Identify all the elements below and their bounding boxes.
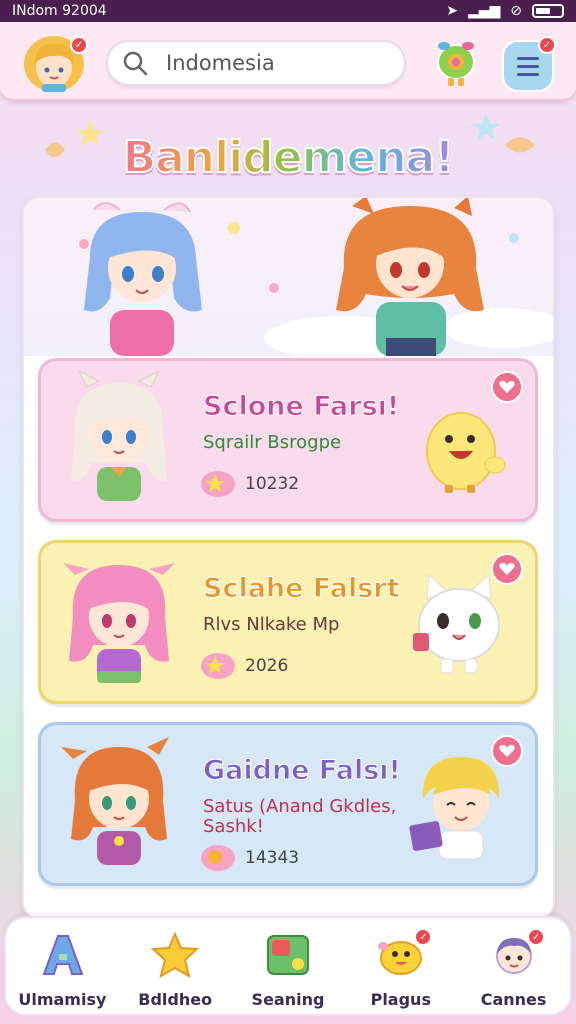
heart-icon: [499, 563, 515, 575]
battery-icon: [532, 4, 564, 18]
character-card[interactable]: Sclahe Falsrt Rlvs Nlkake Mp 2026: [38, 540, 538, 704]
puzzle-icon: [266, 935, 309, 975]
nav-label: Plagus: [370, 990, 431, 1009]
favorite-heart-button[interactable]: [491, 371, 523, 403]
carrier-text: INdom 92004: [12, 3, 107, 19]
character-card[interactable]: Sclone Farsı! Sqrailr Bsrogpe 10232: [38, 358, 538, 522]
mascot-character-icon[interactable]: [432, 36, 480, 88]
character-card[interactable]: Gaidne Falsı! Satus (Anand Gkdles, Sashk…: [38, 722, 538, 886]
yellow-chick-pet-image: [426, 412, 506, 493]
nav-item-plagus[interactable]: ✓ Plagus: [344, 918, 457, 1014]
nav-label: Cannes: [480, 990, 547, 1009]
card-count: 10232: [245, 474, 300, 494]
top-bar: ✓ ✓: [0, 22, 576, 102]
white-cat-pet-image: [413, 573, 500, 674]
notification-badge: ✓: [527, 928, 546, 946]
card-stats: 10232: [199, 469, 299, 499]
location-icon: ➤: [446, 3, 458, 19]
card-title: Sclahe Falsrt: [203, 573, 400, 605]
search-input[interactable]: [166, 51, 386, 75]
card-title: Sclone Farsı!: [202, 391, 400, 423]
card-subtitle: Rlvs Nlkake Mp: [203, 614, 340, 635]
nav-item-seaning[interactable]: Seaning: [232, 918, 345, 1014]
menu-line: [517, 72, 539, 76]
card-stats: 14343: [199, 843, 299, 873]
menu-line: [517, 56, 539, 60]
heart-icon: [499, 381, 515, 393]
heart-icon: [499, 745, 515, 757]
card-subtitle: Sqrailr Bsrogpe: [203, 432, 342, 453]
search-bar[interactable]: [106, 40, 406, 86]
search-icon: [123, 51, 148, 76]
card-title: Gaidne Falsı!: [203, 755, 402, 787]
card-stats: 2026: [199, 651, 288, 681]
star-icon: [151, 932, 200, 978]
profile-avatar[interactable]: ✓: [24, 36, 88, 92]
banner-title: Banlidemena!: [100, 131, 476, 184]
candy-star-icon: [201, 653, 235, 679]
nav-item-bdldheo[interactable]: Bdldheo: [119, 918, 232, 1014]
letter-a-icon: [42, 935, 84, 975]
favorite-heart-button[interactable]: [491, 553, 523, 585]
hero-characters-image: [79, 198, 553, 356]
nav-label: Bdldheo: [138, 990, 213, 1009]
wifi-off-icon: ⊘: [510, 3, 522, 19]
orange-haired-girl-image: [61, 737, 169, 865]
nav-item-cannes[interactable]: ✓ Cannes: [457, 918, 570, 1014]
notification-badge: ✓: [70, 36, 88, 54]
status-bar: INdom 92004 ➤ ▂▄▆ ⊘: [0, 0, 576, 22]
bottom-navigation: Ulmamisy Bdldheo Seaning ✓ Plagus ✓ Cann…: [4, 916, 572, 1016]
menu-line: [517, 64, 539, 68]
nav-label: Ulmamisy: [18, 990, 107, 1009]
notification-badge: ✓: [414, 928, 433, 946]
card-count: 14343: [245, 848, 300, 868]
card-count: 2026: [245, 656, 289, 676]
nav-label: Seaning: [251, 990, 325, 1009]
menu-notification-badge: ✓: [538, 36, 556, 54]
favorite-heart-button[interactable]: [491, 735, 523, 767]
pink-haired-girl-image: [63, 563, 175, 683]
status-icons: ➤ ▂▄▆ ⊘: [446, 3, 564, 19]
blonde-boy-reading-image: [409, 757, 500, 860]
signal-icon: ▂▄▆: [467, 3, 501, 19]
nav-item-ulmamisy[interactable]: Ulmamisy: [6, 918, 119, 1014]
candy-heart-icon: [201, 845, 235, 871]
candy-star-icon: [201, 471, 235, 497]
hero-illustration: [24, 198, 553, 356]
white-haired-girl-image: [71, 371, 167, 501]
card-subtitle: Satus (Anand Gkdles, Sashk!: [203, 796, 397, 837]
menu-button[interactable]: ✓: [502, 36, 556, 92]
